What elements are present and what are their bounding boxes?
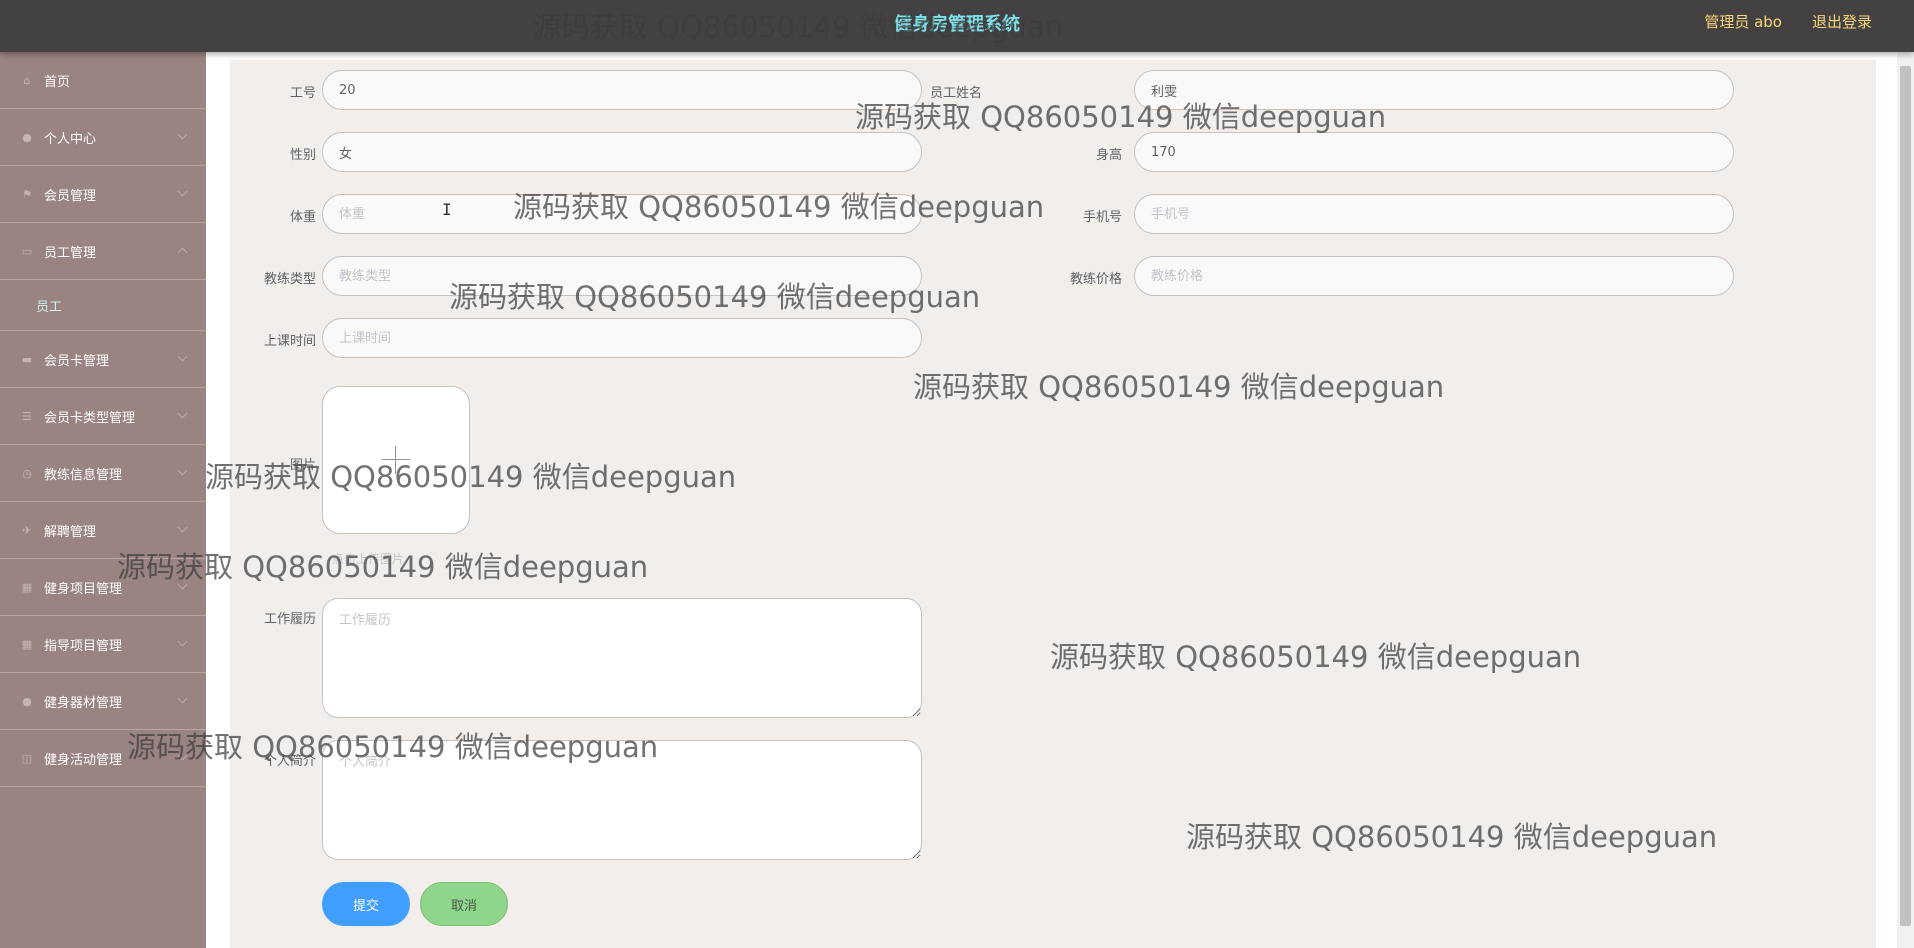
list-icon: ☰ [22,409,32,423]
cancel-button[interactable]: 取消 [420,882,508,926]
scrollbar-thumb[interactable] [1900,66,1911,926]
sidebar-item-activities[interactable]: ◫ 健身活动管理 [0,730,206,787]
flag-icon: ⚑ [22,187,32,201]
jiaolianjiage-input[interactable] [1134,256,1734,296]
plus-icon [382,446,410,474]
sidebar-item-card-types[interactable]: ☰ 会员卡类型管理 [0,388,206,445]
sidebar-item-dismissal[interactable]: ✈ 解聘管理 [0,502,206,559]
label-tizhong: 体重 [289,210,316,225]
label-xingbie: 性别 [289,148,316,163]
xingbie-input[interactable] [322,132,922,172]
chevron-down-icon [177,636,188,647]
sidebar-item-label: 教练信息管理 [44,467,123,483]
chevron-down-icon [177,351,188,362]
sidebar-item-home[interactable]: ⌂ 首页 [0,52,206,109]
monitor-icon: ▭ [21,244,33,258]
sidebar-item-label: 员工管理 [44,245,97,261]
gonghao-input[interactable] [322,70,922,110]
chevron-down-icon [177,408,188,419]
sidebar-item-member-cards[interactable]: ▬ 会员卡管理 [0,331,206,388]
shangkeshijian-input[interactable] [322,318,922,358]
label-gonghao: 工号 [289,86,316,101]
label-gongzuolvli: 工作履历 [263,612,316,627]
logout-link[interactable]: 退出登录 [1812,11,1872,32]
chevron-down-icon [177,129,188,140]
sidebar-item-label: 个人中心 [44,131,97,147]
shengao-input[interactable] [1134,132,1734,172]
sidebar-item-members[interactable]: ⚑ 会员管理 [0,166,206,223]
form-panel: 工号 员工姓名 性别 身高 体重 手机号 教练类型 教练价格 上课时间 图片 点… [230,60,1876,948]
label-jiaolianjiage: 教练价格 [1069,272,1122,287]
page-scrollbar[interactable] [1897,52,1914,948]
tizhong-input[interactable] [322,194,922,234]
main-content: 工号 员工姓名 性别 身高 体重 手机号 教练类型 教练价格 上课时间 图片 点… [206,52,1914,948]
yuangongxingming-input[interactable] [1134,70,1734,110]
sidebar-item-staff[interactable]: ▭ 员工管理 [0,223,206,280]
shoujihao-input[interactable] [1134,194,1734,234]
chevron-down-icon [177,522,188,533]
gerenjianjie-textarea[interactable] [322,740,922,860]
plane-icon: ✈ [22,523,32,537]
database-icon: ◫ [21,751,33,765]
chevron-up-icon [177,247,188,258]
label-jiaolianleixing: 教练类型 [263,272,316,287]
home-icon: ⌂ [23,73,31,87]
label-shoujihao: 手机号 [1082,210,1122,225]
user-icon: ● [22,130,32,144]
sidebar-item-label: 指导项目管理 [44,638,123,654]
chevron-down-icon [177,693,188,704]
app-title: 健身房管理系统 [894,14,1020,35]
label-gerenjianjie: 个人简介 [263,754,316,769]
submit-button[interactable]: 提交 [322,882,410,926]
gongzuolvli-textarea[interactable] [322,598,922,718]
sidebar-item-label: 健身器材管理 [44,695,123,711]
top-header: 健身房管理系统 管理员 abo 退出登录 [0,0,1914,52]
sidebar-item-equipment[interactable]: ● 健身器材管理 [0,673,206,730]
current-user: 管理员 abo [1704,13,1782,31]
sidebar-item-label: 健身项目管理 [44,581,123,597]
grid-icon: ▦ [21,580,33,594]
sidebar-item-label: 会员管理 [44,188,97,204]
sidebar-item-label: 会员卡类型管理 [44,410,136,426]
sidebar-subitem-staff[interactable]: 员工 [0,280,206,331]
grid-icon: ▦ [21,637,33,651]
label-shengao: 身高 [1095,148,1122,163]
sidebar-item-label: 首页 [44,74,71,90]
label-shangkeshijian: 上课时间 [263,334,316,349]
sidebar-item-profile[interactable]: ● 个人中心 [0,109,206,166]
sidebar-item-fitness-projects[interactable]: ▦ 健身项目管理 [0,559,206,616]
label-tupian: 图片 [289,458,316,473]
sidebar-item-label: 会员卡管理 [44,353,110,369]
text-cursor-icon: I [442,200,452,219]
label-yuangongxingming: 员工姓名 [929,86,982,101]
sidebar: ⌂ 首页 ● 个人中心 ⚑ 会员管理 ▭ 员工管理 员工 ▬ 会员卡管理 ☰ 会… [0,52,206,948]
chevron-down-icon [177,186,188,197]
user-icon: ● [22,694,32,708]
sidebar-item-coaches[interactable]: ◷ 教练信息管理 [0,445,206,502]
sidebar-item-label: 健身活动管理 [44,752,123,768]
car-icon: ▬ [21,352,33,366]
jiaolianleixing-input[interactable] [322,256,922,296]
sidebar-item-label: 解聘管理 [44,524,97,540]
chevron-down-icon [177,579,188,590]
image-uploader[interactable] [322,386,470,534]
chevron-down-icon [177,750,188,761]
clock-icon: ◷ [22,466,32,480]
chevron-down-icon [177,465,188,476]
upload-tip: 点击上传图片 [332,552,405,566]
sidebar-item-guidance-projects[interactable]: ▦ 指导项目管理 [0,616,206,673]
